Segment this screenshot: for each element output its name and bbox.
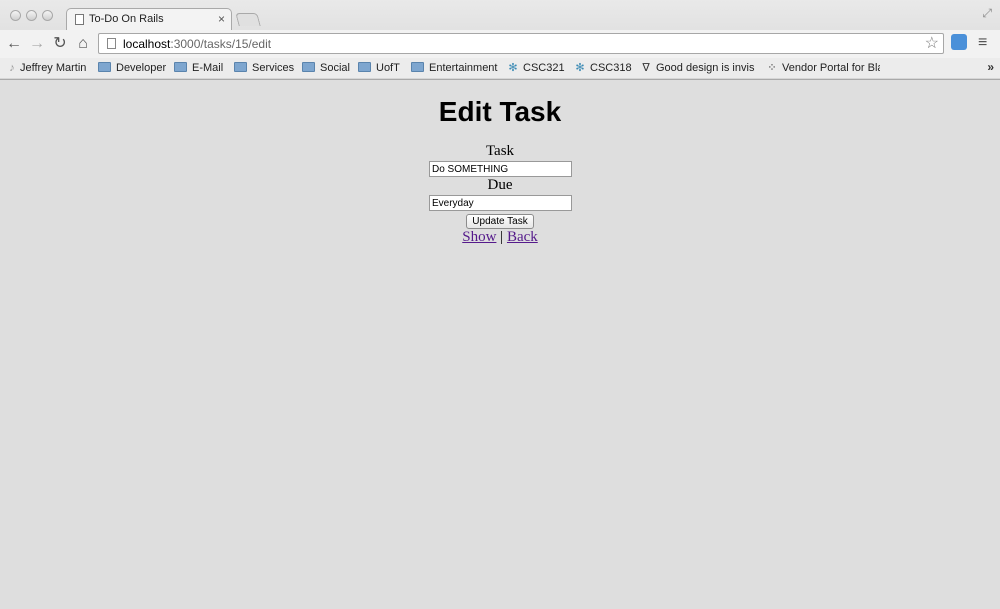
task-label: Task [485,143,515,159]
bookmark-label: Jeffrey Martin [20,62,87,74]
page-icon [107,38,116,49]
bookmark-label: UofT [376,62,400,74]
tab-title: To-Do On Rails [89,13,164,25]
forward-arrow-icon[interactable]: → [27,34,47,54]
extension-icon[interactable] [951,34,967,50]
bookmarks-bar: ♪ Jeffrey Martin Developer E-Mail Service… [0,58,1000,78]
action-links: Show | Back [0,229,1000,246]
bookmark-label: Vendor Portal for Bla [782,62,880,74]
snowflake-icon: ✻ [575,62,585,74]
reload-icon[interactable]: ↻ [50,34,70,54]
bookmark-entertainment[interactable]: Entertainment [411,61,497,75]
blackberry-icon: ⁘ [767,62,777,74]
bookmark-good-design[interactable]: ∇ Good design is invis [640,61,756,75]
bookmark-star-icon[interactable]: ☆ [925,34,939,53]
url-host: localhost [123,37,171,51]
bookmark-csc321[interactable]: ✻ CSC321 [507,61,565,75]
url-text: localhost:3000/tasks/15/edit [123,37,271,51]
bookmark-vendor-portal[interactable]: ⁘ Vendor Portal for Bla [766,61,880,75]
bookmark-email[interactable]: E-Mail [174,61,223,75]
bookmark-social[interactable]: Social [302,61,350,75]
folder-icon [302,62,315,72]
browser-tab[interactable]: To-Do On Rails × [66,8,232,31]
bookmark-label: Services [252,62,295,74]
toolbar: ← → ↻ ⌂ localhost:3000/tasks/15/edit ☆ ≡ [0,30,1000,58]
page-title: Edit Task [438,96,562,127]
folder-icon [411,62,424,72]
minimize-window-button[interactable] [26,10,37,21]
tab-strip: To-Do On Rails × ⤢ [0,0,1000,31]
folder-icon [174,62,187,72]
close-window-button[interactable] [10,10,21,21]
fullscreen-icon[interactable]: ⤢ [982,6,992,21]
bookmark-csc318[interactable]: ✻ CSC318 [574,61,632,75]
show-link[interactable]: Show [462,229,496,245]
back-link[interactable]: Back [507,229,538,245]
folder-icon [358,62,371,72]
bookmark-label: Social [320,62,350,74]
zoom-window-button[interactable] [42,10,53,21]
home-icon[interactable]: ⌂ [73,34,93,54]
bookmark-label: Good design is invis [656,62,755,74]
page-content: Edit Task Task Due Update Task Show | Ba… [0,80,1000,609]
new-tab-button[interactable] [235,13,261,26]
bookmark-label: Developer [116,62,167,74]
folder-icon [98,62,111,72]
folder-icon [234,62,247,72]
document-icon [75,14,84,25]
bookmark-uoft[interactable]: UofT [358,61,400,75]
snowflake-icon: ✻ [508,62,518,74]
v-logo-icon: ∇ [642,62,650,74]
update-task-button[interactable]: Update Task [466,214,534,229]
task-input[interactable] [429,161,572,177]
link-separator: | [500,229,504,245]
back-arrow-icon[interactable]: ← [4,34,24,54]
close-tab-icon[interactable]: × [218,11,225,27]
bookmark-label: CSC318 [590,62,632,74]
bookmark-label: E-Mail [192,62,224,74]
more-bookmarks-icon[interactable]: » [987,60,994,74]
bookmark-jeffrey-martin[interactable]: ♪ Jeffrey Martin [8,61,86,75]
bookmark-label: Entertainment [429,62,498,74]
address-bar[interactable]: localhost:3000/tasks/15/edit ☆ [98,33,944,54]
bookmark-label: CSC321 [523,62,565,74]
bookmark-services[interactable]: Services [234,61,294,75]
person-icon: ♪ [9,62,15,74]
browser-chrome: To-Do On Rails × ⤢ ← → ↻ ⌂ localhost:300… [0,0,1000,80]
due-label: Due [487,177,513,193]
bookmark-developer[interactable]: Developer [98,61,166,75]
url-path: :3000/tasks/15/edit [170,37,272,51]
menu-icon[interactable]: ≡ [978,33,987,53]
due-input[interactable] [429,195,572,211]
